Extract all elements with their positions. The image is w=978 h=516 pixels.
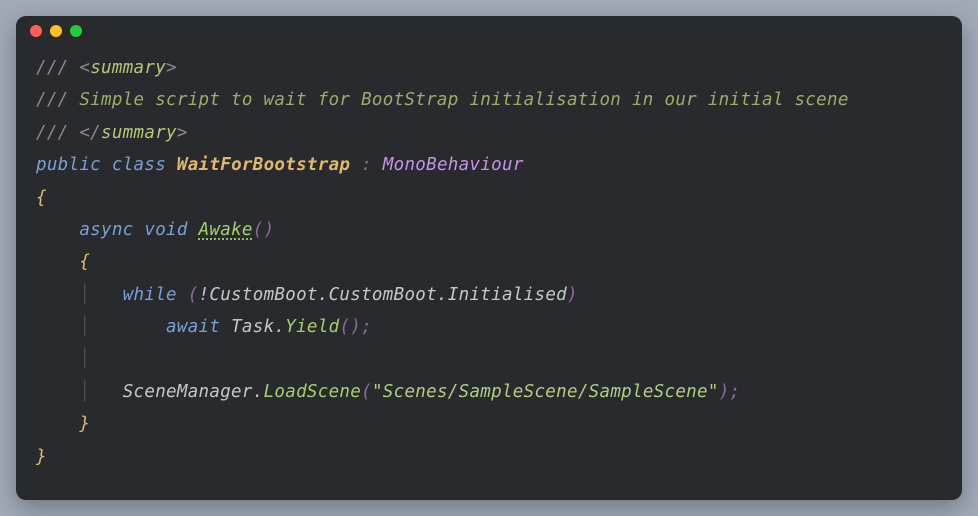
code-line-8: │ while (!CustomBoot.CustomBoot.Initiali… <box>36 285 578 305</box>
code-line-10: │ <box>36 349 90 369</box>
code-line-4: public class WaitForBootstrap : MonoBeha… <box>36 155 524 175</box>
code-line-9: │ await Task.Yield(); <box>36 317 372 337</box>
code-line-6: async void Awake() <box>36 220 274 240</box>
code-window: /// <summary> /// Simple script to wait … <box>16 16 962 500</box>
code-line-11: │ SceneManager.LoadScene("Scenes/SampleS… <box>36 382 740 402</box>
code-line-7: { <box>36 252 90 272</box>
code-line-3: /// </summary> <box>36 123 188 143</box>
maximize-icon[interactable] <box>70 25 82 37</box>
code-line-2: /// Simple script to wait for BootStrap … <box>36 90 849 110</box>
code-line-13: } <box>36 447 47 467</box>
code-area: /// <summary> /// Simple script to wait … <box>16 46 962 493</box>
close-icon[interactable] <box>30 25 42 37</box>
titlebar <box>16 16 962 46</box>
code-line-5: { <box>36 188 47 208</box>
code-line-1: /// <summary> <box>36 58 177 78</box>
code-line-12: } <box>36 414 90 434</box>
minimize-icon[interactable] <box>50 25 62 37</box>
